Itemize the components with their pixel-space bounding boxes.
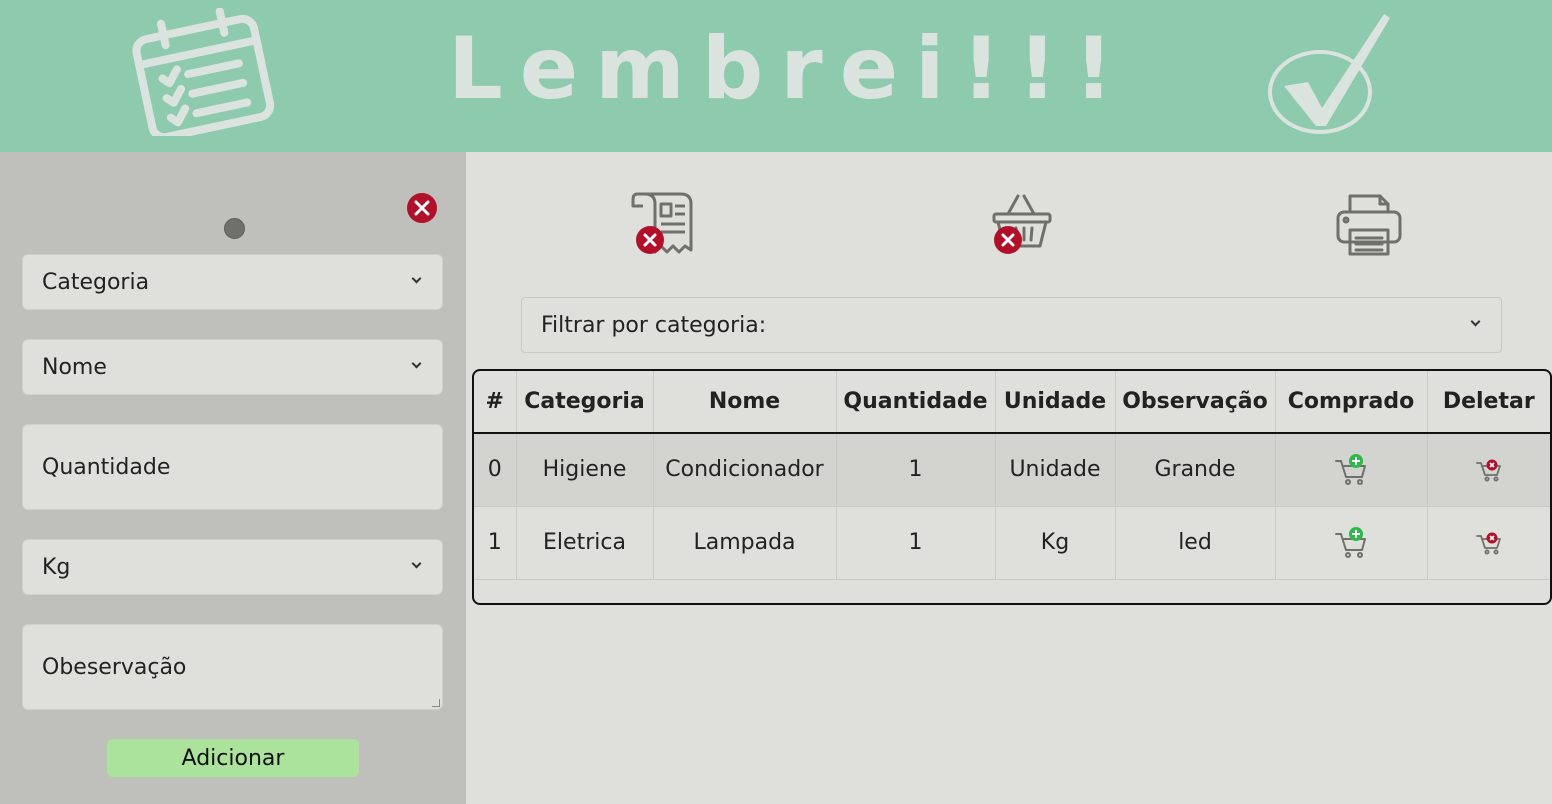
column-header-observation: Observação <box>1114 371 1275 434</box>
printer-icon[interactable] <box>1336 192 1402 256</box>
cell-quantity: 1 <box>835 433 995 507</box>
cell-observation: Grande <box>1114 433 1275 507</box>
clear-list-icon[interactable] <box>631 190 695 258</box>
column-header-delete: Deletar <box>1426 371 1550 434</box>
column-header-unit: Unidade <box>994 371 1115 434</box>
shopping-list-table: # Categoria Nome Quantidade Unidade Obse… <box>472 369 1552 605</box>
resize-handle[interactable] <box>432 699 440 707</box>
cell-bought <box>1274 506 1427 580</box>
cart-add-icon[interactable] <box>1334 453 1368 487</box>
chevron-down-icon <box>411 558 422 569</box>
column-header-bought: Comprado <box>1274 371 1427 434</box>
unit-select[interactable]: Kg <box>22 539 443 595</box>
category-filter-select[interactable]: Filtrar por categoria: <box>521 297 1502 353</box>
checkmark-circle-icon <box>1268 14 1390 134</box>
cart-add-icon[interactable] <box>1334 526 1368 560</box>
main-panel: Filtrar por categoria: # Categoria Nome … <box>466 152 1552 804</box>
clear-basket-icon[interactable] <box>990 192 1054 258</box>
column-header-index: # <box>474 371 516 434</box>
cell-category: Eletrica <box>515 506 653 580</box>
add-button[interactable]: Adicionar <box>107 739 359 777</box>
cell-quantity: 1 <box>835 506 995 580</box>
cell-delete <box>1426 506 1550 580</box>
table-header-row: # Categoria Nome Quantidade Unidade Obse… <box>474 371 1550 434</box>
cell-observation: led <box>1114 506 1275 580</box>
name-select-value: Nome <box>42 354 107 380</box>
observation-placeholder: Obeservação <box>42 654 187 680</box>
table-row: 0 Higiene Condicionador 1 Unidade Grande <box>474 433 1550 507</box>
column-header-quantity: Quantidade <box>835 371 995 434</box>
cell-unit: Kg <box>994 506 1115 580</box>
quantity-input[interactable]: Quantidade <box>22 424 443 510</box>
close-circle-icon[interactable] <box>406 192 438 224</box>
app-title: Lembrei!!! <box>448 19 1131 119</box>
cell-delete <box>1426 433 1550 507</box>
chevron-down-icon <box>411 358 422 369</box>
cell-unit: Unidade <box>994 433 1115 507</box>
cart-remove-icon[interactable] <box>1475 530 1502 556</box>
name-select[interactable]: Nome <box>22 339 443 395</box>
cell-name: Lampada <box>652 506 836 580</box>
cell-category: Higiene <box>515 433 653 507</box>
category-filter-label: Filtrar por categoria: <box>541 312 767 338</box>
add-item-form: Categoria Nome Quantidade Kg Obeservação… <box>0 152 466 804</box>
status-indicator <box>224 218 245 239</box>
chevron-down-icon <box>1470 316 1481 327</box>
unit-select-value: Kg <box>42 554 71 580</box>
cell-bought <box>1274 433 1427 507</box>
table-row: 1 Eletrica Lampada 1 Kg led <box>474 506 1550 580</box>
column-header-category: Categoria <box>515 371 653 434</box>
cell-name: Condicionador <box>652 433 836 507</box>
cell-index: 0 <box>474 433 516 507</box>
cell-index: 1 <box>474 506 516 580</box>
column-header-name: Nome <box>652 371 836 434</box>
observation-textarea[interactable]: Obeservação <box>22 624 443 710</box>
category-select[interactable]: Categoria <box>22 254 443 310</box>
quantity-placeholder: Quantidade <box>42 454 171 480</box>
chevron-down-icon <box>411 273 422 284</box>
category-select-value: Categoria <box>42 269 150 295</box>
header-banner: Lembrei!!! <box>0 0 1552 152</box>
cart-remove-icon[interactable] <box>1475 457 1502 483</box>
calendar-checklist-icon <box>132 8 275 136</box>
